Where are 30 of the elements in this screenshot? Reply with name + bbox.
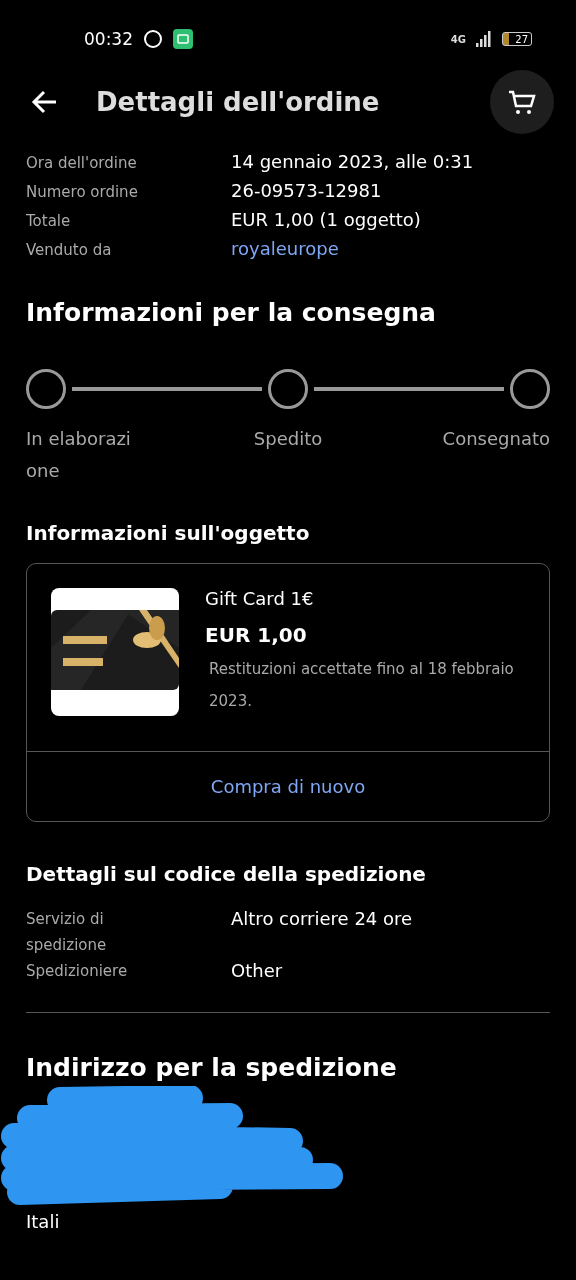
info-label: Totale [26, 211, 72, 232]
network-type: 4G [450, 33, 466, 45]
info-label: Venduto da [26, 240, 113, 261]
shipping-label: Spedizioniere [26, 961, 129, 982]
info-value: EUR 1,00 (1 oggetto) [231, 208, 422, 232]
section-title: Indirizzo per la spedizione [26, 1053, 398, 1082]
section-title: Informazioni per la consegna [26, 298, 437, 327]
signal-icon [476, 31, 492, 47]
buy-again-button[interactable]: Compra di nuovo [27, 752, 549, 821]
section-title: Informazioni sull'oggetto [26, 521, 311, 545]
info-value: 26-09573-12981 [231, 179, 383, 203]
shipping-value: Altro corriere 24 ore [231, 907, 414, 931]
info-value: 14 gennaio 2023, alle 0:31 [231, 150, 475, 174]
step-label: In elaborazione [26, 427, 132, 483]
info-label: Ora dell'ordine [26, 153, 138, 174]
step-label: Consegnato [441, 427, 550, 451]
app-icon [173, 29, 193, 49]
info-label: Numero ordine [26, 182, 139, 203]
status-time: 00:32 [84, 29, 133, 49]
section-title: Dettagli sul codice della spedizione [26, 862, 427, 886]
returns-note: Restituzioni accettate fino al 18 febbraio 2023. [208, 659, 515, 712]
battery-indicator: 27 [502, 32, 532, 46]
page-title: Dettagli dell'ordine [96, 87, 381, 117]
shipping-label: Servizio di spedizione [26, 909, 108, 956]
shipping-value: Other [231, 959, 284, 983]
address-country: Itali [26, 1211, 60, 1232]
step-label: Spedito [252, 427, 324, 451]
item-price: EUR 1,00 [205, 623, 308, 647]
item-name: Gift Card 1€ [205, 588, 315, 609]
seller-link[interactable]: royaleurope [231, 237, 550, 261]
